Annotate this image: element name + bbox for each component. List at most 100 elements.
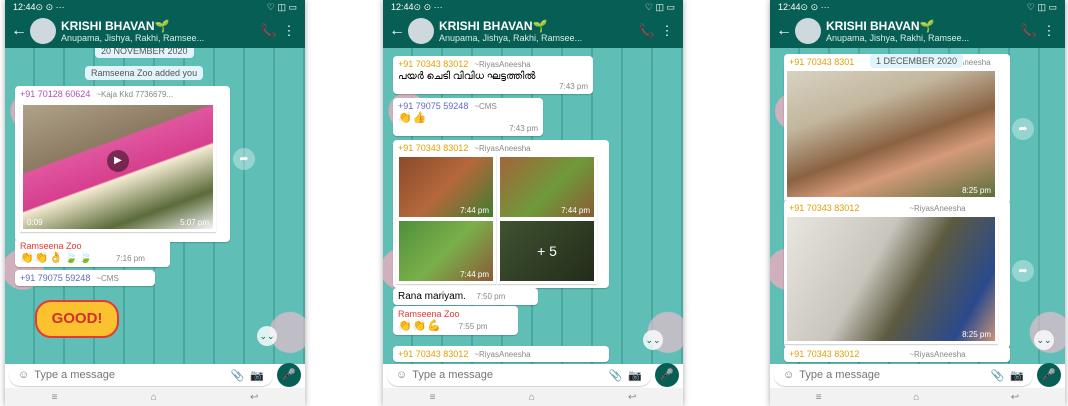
- message-bubble[interactable]: Ramseena Zoo 👏👏💪 7:55 pm: [393, 306, 518, 335]
- photo-thumbnail[interactable]: 7:44 pm: [497, 154, 597, 220]
- sender-phone: +91 79075 59248: [20, 273, 91, 283]
- group-title: KRISHI BHAVAN: [61, 19, 155, 33]
- chat-title-area[interactable]: KRISHI BHAVAN🌱 Anupama, Jishya, Rakhi, R…: [61, 19, 259, 43]
- chat-area[interactable]: +91 70343 83012 ~RiyasAneesha പയർ ചെടി വി…: [383, 48, 683, 364]
- status-time: 12:44: [13, 2, 36, 12]
- message-bubble[interactable]: +91 70343 83012 ~RiyasAneesha: [784, 346, 1010, 362]
- emoji-message: 👏👏💪: [398, 320, 443, 332]
- status-bar: 12:44 ⊙ ⊙ ··· ♡ ◫ ▭: [770, 0, 1065, 14]
- chat-header: ← KRISHI BHAVAN🌱 Anupama, Jishya, Rakhi,…: [383, 14, 683, 48]
- camera-icon[interactable]: 📷: [1010, 369, 1024, 382]
- sender-phone: +91 70343 83012: [398, 349, 469, 359]
- nav-menu-icon[interactable]: ≡: [430, 392, 436, 403]
- sender-alias: ~RiyasAneesha: [909, 350, 966, 359]
- add-call-icon[interactable]: 📞: [1019, 23, 1039, 39]
- system-message: Ramseena Zoo added you: [85, 66, 204, 80]
- menu-icon[interactable]: ⋮: [657, 23, 677, 39]
- message-input[interactable]: [797, 368, 988, 382]
- chat-title-area[interactable]: KRISHI BHAVAN🌱 Anupama, Jishya, Rakhi, R…: [826, 19, 1019, 43]
- phone-screenshot-3: 12:44 ⊙ ⊙ ··· ♡ ◫ ▭ ← KRISHI BHAVAN🌱 Anu…: [770, 0, 1065, 406]
- attach-icon[interactable]: 📎: [991, 369, 1005, 382]
- chat-area[interactable]: +91 70343 8301~RiyasAneesha 8:25 pm 1 DE…: [770, 48, 1065, 364]
- sender-phone: +91 70343 83012: [789, 349, 860, 359]
- emoji-icon[interactable]: ☺: [783, 369, 794, 381]
- nav-home-icon[interactable]: ⌂: [529, 392, 535, 403]
- nav-back-icon[interactable]: ↩: [250, 392, 258, 403]
- more-photos-tile[interactable]: + 5: [497, 218, 597, 284]
- message-bubble[interactable]: +91 70343 83012 ~RiyasAneesha 8:25 pm: [784, 200, 1010, 348]
- emoji-icon[interactable]: ☺: [396, 369, 407, 381]
- add-call-icon[interactable]: 📞: [637, 23, 657, 39]
- mic-icon[interactable]: 🎤: [1037, 363, 1061, 387]
- photo-time: 8:25 pm: [962, 330, 991, 339]
- photo-thumbnail[interactable]: 8:25 pm: [784, 214, 998, 344]
- status-bar: 12:44 ⊙ ⊙ ··· ♡ ◫ ▭: [383, 0, 683, 14]
- nav-back-icon[interactable]: ↩: [628, 392, 636, 403]
- mic-icon[interactable]: 🎤: [277, 363, 301, 387]
- emoji-message: 👏👏👌🍃🍃: [20, 252, 94, 264]
- status-icons-left: ⊙ ⊙ ···: [800, 1, 830, 12]
- message-bubble[interactable]: +91 79075 59248 ~CMS: [15, 270, 155, 286]
- forward-icon[interactable]: ➦: [1012, 260, 1034, 282]
- back-arrow-icon[interactable]: ←: [389, 22, 405, 40]
- photo-time: 7:44 pm: [460, 270, 489, 279]
- sender-alias: ~CMS: [96, 274, 119, 283]
- nav-menu-icon[interactable]: ≡: [52, 392, 58, 403]
- menu-icon[interactable]: ⋮: [1039, 23, 1059, 39]
- message-bubble[interactable]: +91 70343 83012 ~RiyasAneesha: [393, 346, 609, 362]
- chat-area[interactable]: 20 NOVEMBER 2020 Ramseena Zoo added you …: [5, 48, 305, 364]
- chat-title-area[interactable]: KRISHI BHAVAN🌱 Anupama, Jishya, Rakhi, R…: [439, 19, 637, 43]
- message-bubble[interactable]: +91 70343 8301~RiyasAneesha 8:25 pm: [784, 54, 1010, 204]
- nav-back-icon[interactable]: ↩: [1011, 392, 1019, 403]
- play-icon[interactable]: ▶: [107, 149, 129, 172]
- scroll-down-icon[interactable]: ⌄⌄: [257, 326, 277, 346]
- sender-name: Ramseena Zoo: [398, 309, 460, 319]
- message-input[interactable]: [410, 368, 606, 382]
- photo-thumbnail[interactable]: 8:25 pm: [784, 68, 998, 200]
- group-avatar[interactable]: [408, 18, 434, 44]
- attach-icon[interactable]: 📎: [231, 369, 245, 382]
- message-text: Rana mariyam.: [398, 291, 466, 302]
- mic-icon[interactable]: 🎤: [655, 363, 679, 387]
- video-duration: 0:09: [27, 218, 43, 227]
- message-input-box[interactable]: ☺ 📎 📷: [774, 364, 1033, 386]
- message-bubble[interactable]: +91 70343 83012 ~RiyasAneesha 7:44 pm 7:4…: [393, 140, 609, 288]
- sender-alias: ~RiyasAneesha: [909, 204, 966, 213]
- photo-thumbnail[interactable]: 7:44 pm: [396, 218, 496, 284]
- add-call-icon[interactable]: 📞: [259, 23, 279, 39]
- camera-icon[interactable]: 📷: [628, 369, 642, 382]
- group-avatar[interactable]: [795, 18, 821, 44]
- camera-icon[interactable]: 📷: [250, 369, 264, 382]
- attach-icon[interactable]: 📎: [609, 369, 623, 382]
- input-bar: ☺ 📎 📷 🎤: [383, 362, 683, 388]
- good-sticker[interactable]: GOOD!: [35, 300, 119, 338]
- sender-phone: +91 70343 8301: [789, 57, 855, 67]
- photo-thumbnail[interactable]: 7:44 pm: [396, 154, 496, 220]
- message-input-box[interactable]: ☺ 📎 📷: [387, 364, 651, 386]
- back-arrow-icon[interactable]: ←: [776, 22, 792, 40]
- status-icons-right: ♡ ◫ ▭: [644, 1, 675, 12]
- message-input[interactable]: [32, 368, 228, 382]
- nav-menu-icon[interactable]: ≡: [816, 392, 822, 403]
- date-chip: 20 NOVEMBER 2020: [95, 48, 194, 58]
- message-bubble[interactable]: +91 70343 83012 ~RiyasAneesha പയർ ചെടി വി…: [393, 56, 593, 94]
- menu-icon[interactable]: ⋮: [279, 23, 299, 39]
- message-bubble[interactable]: Rana mariyam. 7:50 pm: [393, 288, 538, 305]
- nav-home-icon[interactable]: ⌂: [913, 392, 919, 403]
- back-arrow-icon[interactable]: ←: [11, 22, 27, 40]
- status-time: 12:44: [778, 2, 801, 12]
- message-bubble[interactable]: +91 70128 60624 ~Kaja Kkd 7736679... ▶ 0:…: [15, 86, 230, 242]
- scroll-down-icon[interactable]: ⌄⌄: [1034, 330, 1054, 350]
- group-avatar[interactable]: [30, 18, 56, 44]
- scroll-down-icon[interactable]: ⌄⌄: [643, 330, 663, 350]
- emoji-icon[interactable]: ☺: [18, 369, 29, 381]
- message-input-box[interactable]: ☺ 📎 📷: [9, 364, 273, 386]
- forward-icon[interactable]: ➦: [1012, 118, 1034, 140]
- video-thumbnail[interactable]: ▶ 0:09 5:07 pm: [20, 102, 216, 232]
- forward-icon[interactable]: ➦: [233, 148, 255, 170]
- message-bubble[interactable]: Ramseena Zoo 👏👏👌🍃🍃 7:16 pm: [15, 238, 170, 267]
- sender-alias: ~RiyasAneesha: [474, 60, 531, 69]
- nav-home-icon[interactable]: ⌂: [151, 392, 157, 403]
- message-bubble[interactable]: +91 79075 59248 ~CMS 👏👍 7:43 pm: [393, 98, 543, 136]
- emoji-message: 👏👍: [398, 112, 428, 124]
